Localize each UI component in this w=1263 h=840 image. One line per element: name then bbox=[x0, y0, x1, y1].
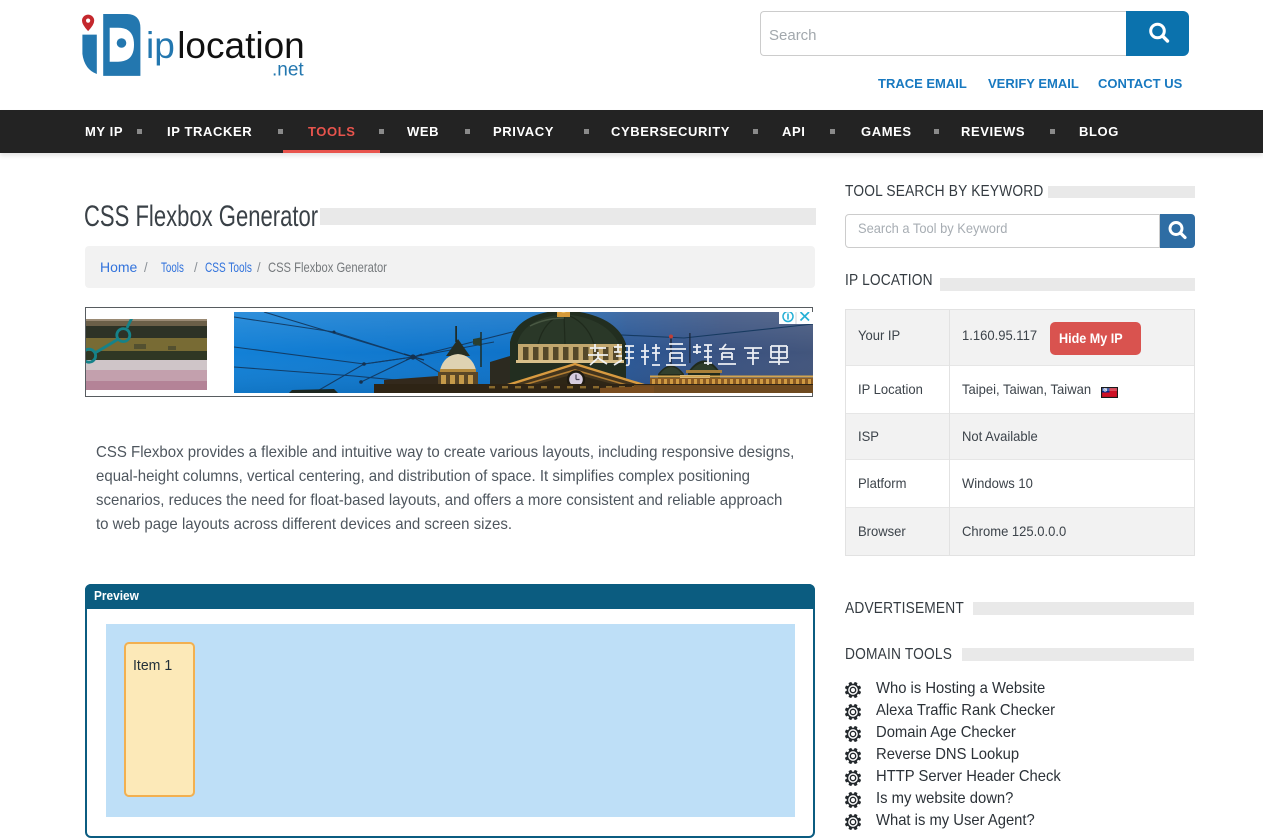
svg-text:.net: .net bbox=[272, 59, 304, 80]
svg-text:ip: ip bbox=[146, 25, 175, 66]
